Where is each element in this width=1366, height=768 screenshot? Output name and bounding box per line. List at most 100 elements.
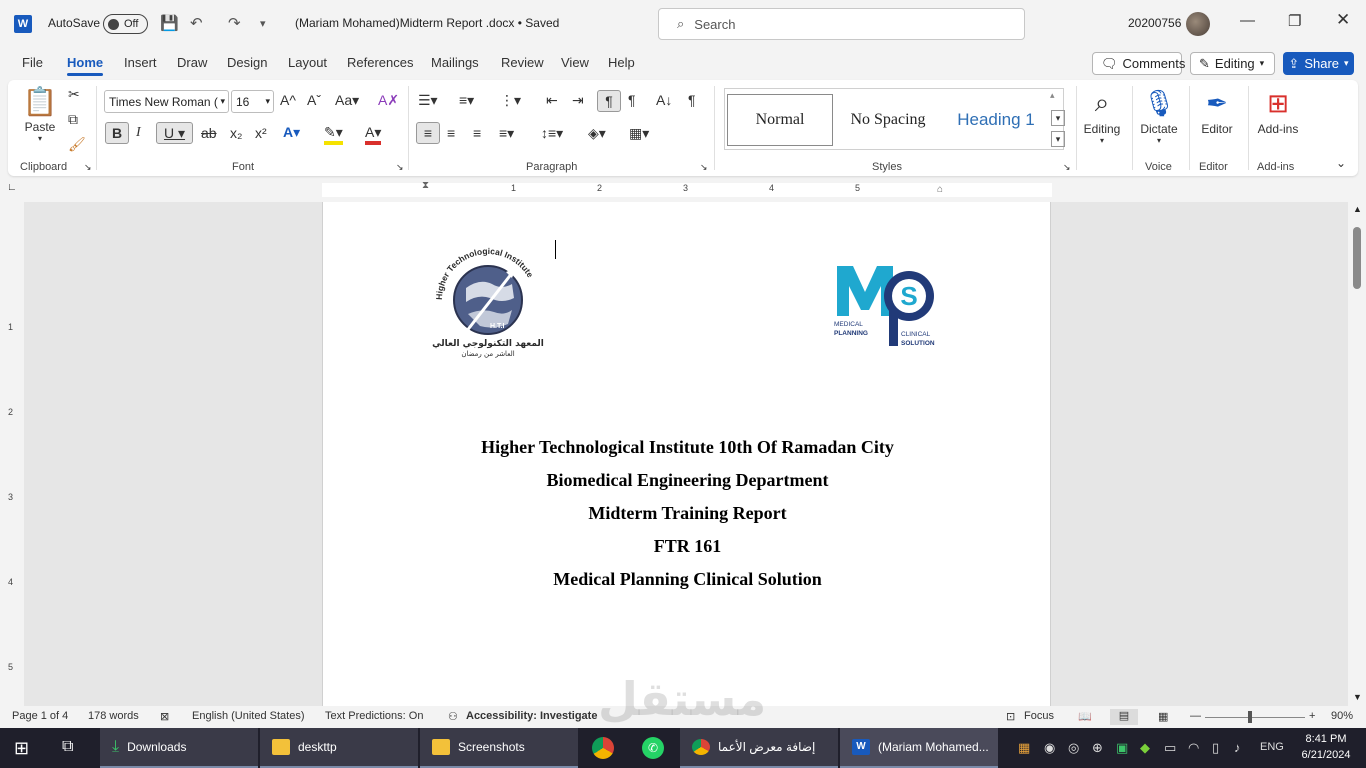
- word-count[interactable]: 178 words: [88, 710, 139, 722]
- tab-references[interactable]: References: [347, 55, 413, 70]
- underline-icon[interactable]: U ▾: [156, 122, 193, 144]
- subscript-icon[interactable]: x₂: [230, 125, 242, 141]
- tab-review[interactable]: Review: [501, 55, 544, 70]
- collapse-ribbon-icon[interactable]: ⌄: [1336, 156, 1346, 170]
- add-ins-button[interactable]: ⊞ Add-ins: [1250, 84, 1306, 137]
- zoom-out-icon[interactable]: —: [1190, 710, 1201, 722]
- zoom-slider-handle[interactable]: [1248, 711, 1252, 723]
- web-layout-icon[interactable]: ▦: [1158, 710, 1168, 723]
- paragraph-launcher-icon[interactable]: ↘: [700, 162, 708, 173]
- page-count[interactable]: Page 1 of 4: [12, 710, 68, 722]
- font-size-select[interactable]: 16 ▾: [231, 90, 274, 113]
- horizontal-ruler[interactable]: ∟ ⧗ ⌂ 1 2 3 4 5: [0, 180, 1366, 198]
- bold-icon[interactable]: B: [105, 122, 129, 144]
- text-predictions-status[interactable]: Text Predictions: On: [325, 710, 423, 722]
- document-heading-line[interactable]: Higher Technological Institute 10th Of R…: [323, 437, 1050, 458]
- print-layout-icon[interactable]: ▤: [1110, 709, 1138, 725]
- close-icon[interactable]: ✕: [1336, 10, 1350, 30]
- redo-icon[interactable]: ↷: [228, 14, 241, 32]
- highlight-icon[interactable]: ✎▾: [324, 124, 343, 145]
- tab-draw[interactable]: Draw: [177, 55, 207, 70]
- proofing-icon[interactable]: ⊠: [160, 710, 169, 723]
- dictate-button[interactable]: 🎙 Dictate ▾: [1131, 84, 1187, 146]
- shading-icon[interactable]: ◈▾: [588, 125, 606, 142]
- line-spacing-icon[interactable]: ↕≡▾: [541, 125, 563, 142]
- text-effects-icon[interactable]: A▾: [283, 124, 300, 141]
- style-heading-1[interactable]: Heading 1: [943, 94, 1049, 146]
- search-box[interactable]: ⌕ Search: [658, 8, 1025, 40]
- tray-app-icon[interactable]: ▣: [1116, 740, 1128, 756]
- editing-button[interactable]: ⌕ Editing ▾: [1074, 84, 1130, 145]
- tray-app-icon[interactable]: ◆: [1140, 740, 1150, 756]
- hti-logo[interactable]: H.T.I Higher Technological Institute الم…: [428, 238, 548, 358]
- document-heading-line[interactable]: Biomedical Engineering Department: [323, 470, 1050, 491]
- document-page[interactable]: H.T.I Higher Technological Institute الم…: [322, 202, 1051, 706]
- rtl-text-direction-icon[interactable]: ¶: [628, 92, 636, 108]
- numbering-icon[interactable]: ≡▾: [459, 92, 474, 109]
- taskbar-item-word[interactable]: W (Mariam Mohamed...: [840, 728, 998, 768]
- paste-button[interactable]: 📋 Paste ▾: [12, 82, 68, 144]
- vertical-ruler[interactable]: 1 2 3 4 5: [0, 202, 22, 706]
- clipboard-launcher-icon[interactable]: ↘: [84, 162, 92, 173]
- shrink-font-icon[interactable]: Aˇ: [307, 92, 321, 108]
- superscript-icon[interactable]: x²: [255, 125, 267, 141]
- tray-app-icon[interactable]: ▦: [1018, 740, 1030, 756]
- input-language[interactable]: ENG: [1260, 741, 1284, 753]
- taskbar-item-downloads[interactable]: ⤓ Downloads: [100, 728, 258, 768]
- share-button[interactable]: ⇪ Share ▾: [1283, 52, 1354, 75]
- system-clock[interactable]: 8:41 PM 6/21/2024: [1296, 731, 1356, 763]
- format-painter-icon[interactable]: 🖌: [68, 136, 86, 153]
- mps-logo[interactable]: S MEDICAL PLANNING CLINICAL SOLUTION: [833, 258, 943, 350]
- styles-scroll-down-icon[interactable]: ▾: [1051, 110, 1065, 126]
- tray-app-icon[interactable]: ◉: [1044, 740, 1055, 756]
- decrease-indent-icon[interactable]: ⇤: [546, 92, 558, 109]
- focus-mode-button[interactable]: Focus: [1024, 710, 1054, 722]
- network-adapter-icon[interactable]: ▭: [1164, 740, 1176, 756]
- document-heading-line[interactable]: Medical Planning Clinical Solution: [323, 569, 1050, 590]
- style-no-spacing[interactable]: No Spacing: [835, 94, 941, 146]
- zoom-in-icon[interactable]: +: [1309, 710, 1315, 722]
- show-formatting-icon[interactable]: ¶: [688, 92, 696, 108]
- multilevel-list-icon[interactable]: ⋮▾: [500, 92, 521, 109]
- style-normal[interactable]: Normal: [727, 94, 833, 146]
- taskbar-item-screenshots-folder[interactable]: Screenshots: [420, 728, 578, 768]
- clear-formatting-icon[interactable]: A✗: [378, 92, 399, 109]
- document-heading-line[interactable]: FTR 161: [323, 536, 1050, 557]
- tab-layout[interactable]: Layout: [288, 55, 327, 70]
- strikethrough-icon[interactable]: ab: [201, 125, 217, 141]
- taskbar-item-chrome-window[interactable]: إضافة معرض الأعما: [680, 728, 838, 768]
- tab-mailings[interactable]: Mailings: [431, 55, 479, 70]
- battery-icon[interactable]: ▯: [1212, 740, 1219, 756]
- autosave-toggle[interactable]: Off: [103, 14, 148, 34]
- minimize-icon[interactable]: —: [1240, 12, 1255, 29]
- styles-launcher-icon[interactable]: ↘: [1063, 162, 1071, 173]
- tab-view[interactable]: View: [561, 55, 589, 70]
- wifi-icon[interactable]: ◠: [1188, 740, 1199, 756]
- styles-scroll-up-icon[interactable]: ▴: [1050, 90, 1055, 101]
- editor-button[interactable]: ✒ Editor: [1189, 84, 1245, 137]
- font-name-select[interactable]: Times New Roman ( ▾: [104, 90, 229, 113]
- volume-icon[interactable]: ♪: [1234, 740, 1241, 755]
- justify-icon[interactable]: ≡▾: [499, 125, 514, 142]
- zoom-slider[interactable]: [1205, 717, 1305, 718]
- document-title[interactable]: (Mariam Mohamed)Midterm Report .docx • S…: [295, 16, 559, 30]
- tray-app-icon[interactable]: ⊕: [1092, 740, 1103, 756]
- tab-home[interactable]: Home: [67, 55, 104, 76]
- grow-font-icon[interactable]: A^: [280, 92, 296, 108]
- copy-icon[interactable]: ⧉: [68, 111, 78, 128]
- align-right-icon[interactable]: ≡: [473, 125, 481, 141]
- task-view-icon[interactable]: ⧉: [62, 738, 73, 756]
- comments-button[interactable]: 🗨 Comments: [1092, 52, 1185, 75]
- customize-quick-access-icon[interactable]: ▾: [260, 17, 266, 30]
- tab-file[interactable]: File: [22, 55, 43, 70]
- tab-design[interactable]: Design: [227, 55, 267, 70]
- tab-stop-selector-icon[interactable]: ∟: [7, 182, 17, 193]
- tray-app-icon[interactable]: ◎: [1068, 740, 1079, 756]
- undo-icon[interactable]: ↶: [190, 14, 203, 32]
- document-heading-line[interactable]: Midterm Training Report: [323, 503, 1050, 524]
- tab-insert[interactable]: Insert: [124, 55, 157, 70]
- font-launcher-icon[interactable]: ↘: [396, 162, 404, 173]
- save-icon[interactable]: 💾: [160, 14, 179, 32]
- editing-mode-button[interactable]: ✎ Editing ▾: [1190, 52, 1275, 75]
- right-indent-marker-icon[interactable]: ⌂: [937, 184, 943, 195]
